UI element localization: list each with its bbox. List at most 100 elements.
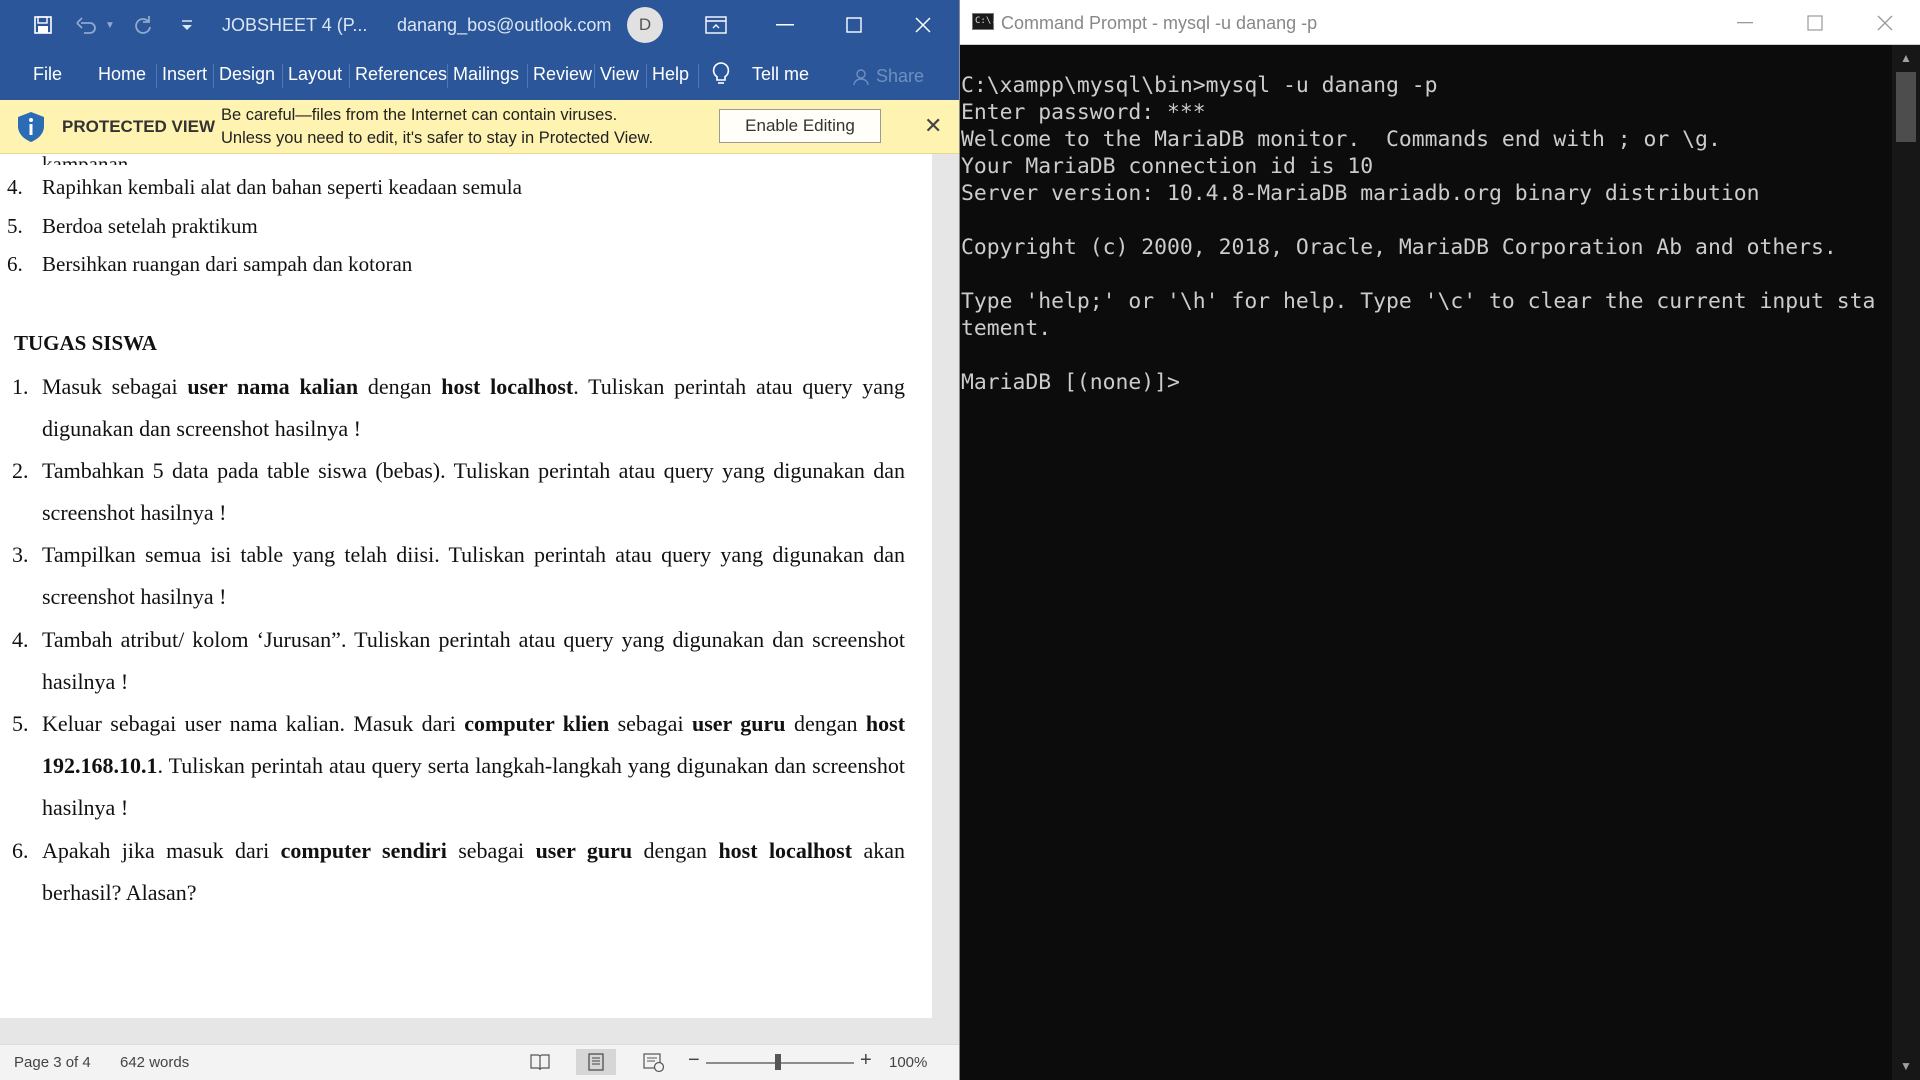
maximize-icon[interactable] (826, 0, 882, 50)
print-layout-icon[interactable] (576, 1049, 616, 1075)
tab-references[interactable]: References (355, 64, 447, 85)
task-text-bold: user nama kalian (187, 374, 359, 399)
read-mode-icon[interactable] (530, 1053, 550, 1075)
tab-separator (527, 64, 528, 88)
cmd-scrollbar[interactable]: ▲ ▼ (1892, 45, 1920, 1080)
cmd-window-title: Command Prompt - mysql -u danang -p (1001, 13, 1318, 33)
console-line: tement. (961, 316, 1052, 341)
command-prompt-window: C:\. Command Prompt - mysql -u danang -p… (960, 0, 1920, 1080)
tab-insert[interactable]: Insert (162, 64, 207, 85)
word-count[interactable]: 642 words (120, 1054, 189, 1071)
task-text: sebagai (446, 838, 536, 863)
tell-me-search[interactable]: Tell me (752, 64, 809, 85)
ribbon-tabs: File Home Insert Design Layout Reference… (0, 50, 959, 100)
person-icon (853, 68, 869, 85)
tab-mailings[interactable]: Mailings (453, 64, 519, 85)
task-item: 1. Masuk sebagai user nama kalian dengan … (12, 374, 905, 441)
task-text-bold: host localhost (441, 374, 574, 399)
zoom-out-button[interactable]: − (688, 1049, 700, 1072)
protected-view-bar: PROTECTED VIEW Be careful—files from the… (0, 100, 959, 154)
minimize-icon[interactable] (1710, 0, 1780, 45)
task-item: 6. Apakah jika masuk dari computer sendir… (12, 838, 905, 905)
task-text: . Tuliskan perintah atau query serta lan… (42, 753, 905, 820)
tab-separator (156, 64, 157, 88)
console-line: Server version: 10.4.8-MariaDB mariadb.o… (961, 181, 1760, 206)
scroll-up-icon[interactable]: ▲ (1900, 51, 1912, 65)
task-text-bold: user guru (691, 711, 786, 736)
partial-line: kampanan (42, 154, 128, 165)
close-bar-icon[interactable]: ✕ (924, 113, 942, 139)
console-line: Your MariaDB connection id is 10 (961, 154, 1374, 179)
console-output[interactable]: C:\xampp\mysql\bin>mysql -u danang -p Ent… (961, 72, 1891, 396)
ribbon-display-options-icon[interactable] (688, 0, 744, 50)
tab-separator (698, 64, 699, 88)
tab-file[interactable]: File (33, 64, 62, 85)
tab-separator (282, 64, 283, 88)
task-text-bold: host localhost (718, 838, 853, 863)
share-label: Share (876, 66, 925, 86)
vertical-scrollbar[interactable] (932, 154, 959, 1018)
task-text: dengan (358, 374, 442, 399)
tab-separator (646, 64, 647, 88)
task-text: Keluar sebagai user nama kalian. Masuk d… (42, 711, 465, 736)
cmd-app-icon[interactable]: C:\. (972, 13, 997, 30)
tab-layout[interactable]: Layout (288, 64, 342, 85)
task-text: Apakah jika masuk dari (42, 838, 281, 863)
page-count[interactable]: Page 3 of 4 (14, 1054, 91, 1071)
list-item: 4. Rapihkan kembali alat dan bahan sepert… (7, 175, 522, 199)
tab-help[interactable]: Help (652, 64, 689, 85)
zoom-in-button[interactable]: + (860, 1049, 872, 1072)
lightbulb-icon[interactable] (712, 62, 730, 91)
status-bar: Page 3 of 4 642 words − + 100% (0, 1044, 959, 1080)
task-text-bold: user guru (535, 838, 633, 863)
document-title: JOBSHEET 4 (P... (222, 15, 368, 35)
task-text: Tambahkan 5 data pada table siswa (bebas… (42, 458, 905, 525)
scroll-thumb[interactable] (1896, 72, 1916, 142)
task-text: Tambah atribut/ kolom ‘Jurusan”. Tuliska… (42, 627, 905, 694)
minimize-icon[interactable] (757, 0, 813, 50)
cmd-title-bar: C:\. Command Prompt - mysql -u danang -p (960, 0, 1920, 45)
protected-view-message: Unless you need to edit, it's safer to s… (221, 129, 654, 147)
save-icon[interactable] (28, 10, 58, 40)
undo-icon[interactable] (72, 10, 102, 40)
maximize-icon[interactable] (1780, 0, 1850, 45)
task-text: Masuk sebagai (42, 374, 188, 399)
console-line: Welcome to the MariaDB monitor. Commands… (961, 127, 1721, 152)
tab-view[interactable]: View (600, 64, 639, 85)
task-text: sebagai (609, 711, 692, 736)
shield-info-icon (16, 111, 46, 148)
tab-home[interactable]: Home (98, 64, 146, 85)
word-title-bar: ▼ JOBSHEET 4 (P... danang_bos@outlook.co… (0, 0, 959, 50)
protected-view-message: Be careful—files from the Internet can c… (221, 106, 618, 124)
list-item: 6. Bersihkan ruangan dari sampah dan koto… (7, 252, 413, 276)
close-icon[interactable] (1850, 0, 1920, 45)
redo-icon[interactable] (128, 10, 158, 40)
task-text: dengan (785, 711, 866, 736)
tab-separator (349, 64, 350, 88)
tab-design[interactable]: Design (219, 64, 275, 85)
share-button[interactable]: Share (852, 66, 924, 87)
enable-editing-button[interactable]: Enable Editing (719, 109, 881, 143)
task-item: 5. Keluar sebagai user nama kalian. Masuk… (12, 711, 906, 820)
section-heading: TUGAS SISWA (14, 331, 157, 355)
undo-dropdown-icon[interactable]: ▼ (100, 10, 120, 40)
tab-review[interactable]: Review (533, 64, 592, 85)
console-line: Enter password: *** (961, 100, 1206, 125)
task-text-bold: computer sendiri (280, 838, 447, 863)
customize-quick-access-icon[interactable] (172, 10, 202, 40)
web-layout-icon[interactable] (643, 1053, 665, 1077)
task-item: 3. Tampilkan semua isi table yang telah d… (12, 542, 905, 609)
account-name[interactable]: danang_bos@outlook.com (397, 15, 611, 36)
document-page[interactable]: kampanan 4.Rapihkan kembali alat dan bah… (0, 154, 932, 1018)
scroll-down-icon[interactable]: ▼ (1900, 1059, 1912, 1073)
close-icon[interactable] (895, 0, 951, 50)
avatar[interactable]: D (627, 7, 663, 43)
zoom-slider-thumb[interactable] (775, 1054, 781, 1070)
console-line: Copyright (c) 2000, 2018, Oracle, MariaD… (961, 235, 1837, 260)
task-text-bold: computer klien (464, 711, 610, 736)
console-line: Type 'help;' or '\h' for help. Type '\c'… (961, 289, 1876, 314)
tab-separator (213, 64, 214, 88)
zoom-level[interactable]: 100% (889, 1054, 927, 1071)
